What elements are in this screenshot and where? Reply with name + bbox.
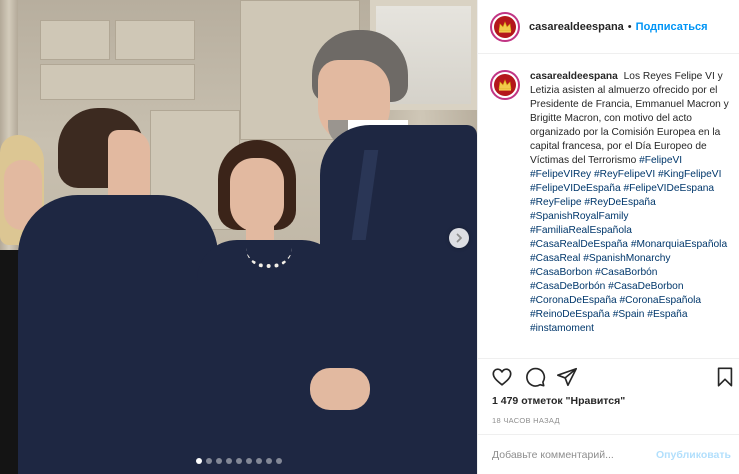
carousel-next-button[interactable]	[449, 228, 469, 248]
caption-avatar[interactable]	[490, 70, 520, 100]
hashtag-link[interactable]: #CasaBorbón	[595, 267, 657, 278]
post-caption: casarealdeespana Los Reyes Felipe VI y L…	[490, 70, 731, 336]
header-separator: •	[627, 20, 632, 33]
wall-block	[40, 20, 110, 60]
hashtag-link[interactable]: #SpanishRoyalFamily	[530, 211, 629, 222]
comment-icon[interactable]	[524, 366, 546, 388]
wall-block	[115, 20, 195, 60]
hashtag-link[interactable]: #ReyFelipe	[530, 197, 582, 208]
carousel-dot[interactable]	[255, 458, 262, 464]
bookmark-icon[interactable]	[714, 366, 736, 388]
carousel-dot[interactable]	[275, 458, 282, 464]
follow-button[interactable]: Подписаться	[636, 21, 708, 33]
hashtag-link[interactable]: #instamoment	[530, 323, 594, 334]
hashtag-link[interactable]: #FelipeVI	[639, 155, 682, 166]
hashtag-link[interactable]: #CasaReal	[530, 253, 580, 264]
crown-icon	[498, 79, 512, 91]
caption-body: Los Reyes Felipe VI y Letizia asisten al…	[530, 71, 729, 166]
publish-button[interactable]: Опубликовать	[656, 449, 731, 461]
hashtag-link[interactable]: #ReyFelipeVI	[594, 169, 655, 180]
hashtag-link[interactable]: #España	[647, 309, 687, 320]
header-username[interactable]: casarealdeespana	[529, 21, 624, 33]
hashtag-link[interactable]: #FamiliaRealEspañola	[530, 225, 632, 236]
hashtag-link[interactable]: #FelipeVIRey	[530, 169, 591, 180]
carousel-dot[interactable]	[225, 458, 232, 464]
caption-text: casarealdeespana Los Reyes Felipe VI y L…	[530, 70, 731, 336]
carousel-dot[interactable]	[245, 458, 252, 464]
hashtag-link[interactable]: #CoronaEspañola	[620, 295, 702, 306]
likes-count[interactable]: 1 479 отметок "Нравится"	[492, 395, 625, 407]
share-icon[interactable]	[556, 366, 578, 388]
post-side-panel: casarealdeespana • Подписаться casareald…	[477, 0, 739, 474]
carousel-dot[interactable]	[235, 458, 242, 464]
hashtag-link[interactable]: #SpanishMonarchy	[583, 253, 670, 264]
heart-icon[interactable]	[491, 366, 513, 388]
carousel-dot[interactable]	[205, 458, 212, 464]
hashtag-link[interactable]: #CoronaDeEspaña	[530, 295, 617, 306]
hashtag-link[interactable]: #FelipeVIDeEspaña	[530, 183, 621, 194]
carousel-dot[interactable]	[195, 458, 202, 464]
post-timestamp[interactable]: 18 ЧАСОВ НАЗАД	[492, 416, 560, 425]
action-bar	[478, 358, 739, 398]
hashtag-link[interactable]: #CasaDeBorbón	[530, 281, 605, 292]
comment-bar: Опубликовать	[478, 434, 739, 474]
hashtag-link[interactable]: #MonarquiaEspañola	[631, 239, 727, 250]
hashtag-link[interactable]: #KingFelipeVI	[658, 169, 721, 180]
comment-input[interactable]	[492, 448, 657, 461]
hashtag-link[interactable]: #ReinoDeEspaña	[530, 309, 610, 320]
hashtag-link[interactable]: #CasaBorbon	[530, 267, 592, 278]
carousel-dot[interactable]	[265, 458, 272, 464]
carousel-dot[interactable]	[215, 458, 222, 464]
post-photo[interactable]	[0, 0, 477, 474]
caption-hashtags: #FelipeVI #FelipeVIRey #ReyFelipeVI #Kin…	[530, 155, 727, 334]
hashtag-link[interactable]: #CasaDeBorbon	[608, 281, 683, 292]
hashtag-link[interactable]: #Spain	[613, 309, 645, 320]
chevron-right-icon	[456, 233, 462, 243]
hashtag-link[interactable]: #FelipeVIDeEspana	[623, 183, 714, 194]
avatar[interactable]	[490, 11, 520, 42]
crown-icon	[498, 20, 512, 33]
caption-username[interactable]: casarealdeespana	[530, 71, 618, 82]
wall-block	[40, 64, 195, 100]
carousel-dots	[0, 458, 477, 464]
post-header: casarealdeespana • Подписаться	[478, 0, 739, 54]
hashtag-link[interactable]: #CasaRealDeEspaña	[530, 239, 628, 250]
hashtag-link[interactable]: #ReyDeEspaña	[584, 197, 655, 208]
